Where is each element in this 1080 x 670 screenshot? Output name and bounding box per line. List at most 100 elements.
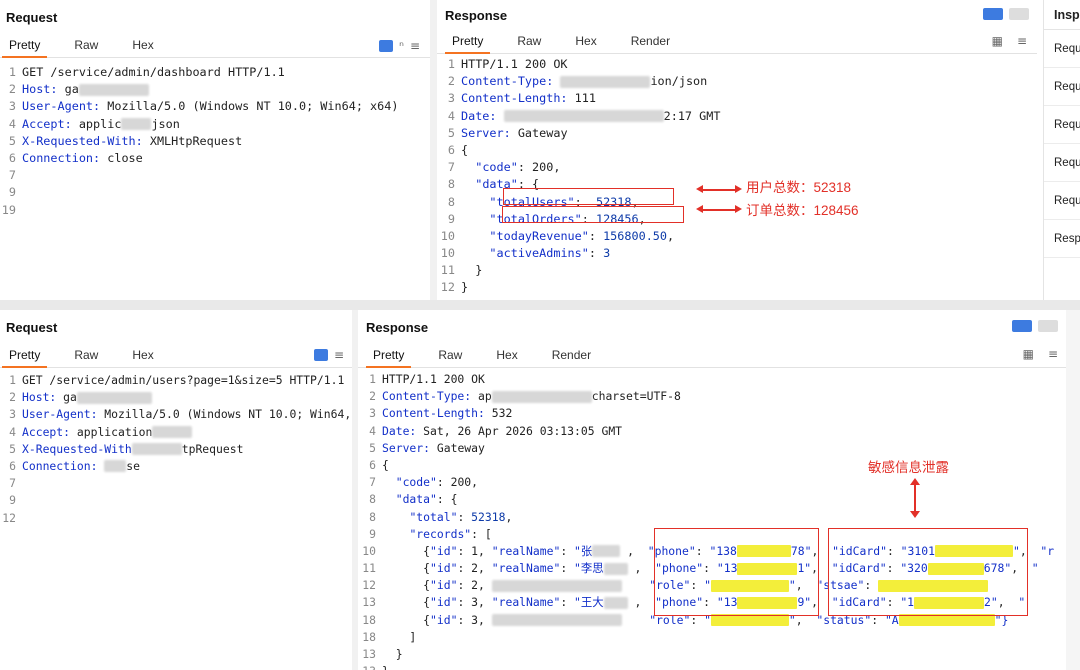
tab-hex[interactable]: Hex xyxy=(125,34,160,58)
tab-raw[interactable]: Raw xyxy=(67,344,105,368)
request-editor[interactable]: 1 GET /service/admin/users?page=1&size=5 … xyxy=(0,372,352,527)
code-line[interactable]: 19 xyxy=(0,202,430,219)
code-line[interactable]: 2 Host: ga xyxy=(0,389,352,406)
code-line[interactable]: 13 } xyxy=(360,646,1066,663)
inspector-row[interactable]: Resp xyxy=(1044,220,1080,258)
wrap-icon[interactable] xyxy=(379,40,394,52)
line-number: 2 xyxy=(9,390,16,405)
code-token: Accept: xyxy=(22,116,79,131)
code-line[interactable]: 7 xyxy=(0,167,430,184)
code-line[interactable]: 4 Date: Sat, 26 Apr 2026 03:13:05 GMT xyxy=(360,423,1066,440)
code-line[interactable]: 3 Content-Length: 111 xyxy=(439,90,1037,107)
menu-icon[interactable]: ≡ xyxy=(334,348,344,362)
code-line[interactable]: 5 Server: Gateway xyxy=(439,125,1037,142)
request-editor[interactable]: 1 GET /service/admin/dashboard HTTP/1.1 2 H… xyxy=(0,64,430,219)
single-view-icon[interactable] xyxy=(1038,320,1058,332)
code-line[interactable]: 9 xyxy=(0,184,430,201)
tab-raw[interactable]: Raw xyxy=(67,34,105,58)
line-text: { xyxy=(461,142,468,159)
code-line[interactable]: 6{ xyxy=(360,457,1066,474)
newline-icon[interactable]: ⁿ xyxy=(399,39,404,53)
code-line[interactable]: 10 "activeAdmins": 3 xyxy=(439,245,1037,262)
tab-hex[interactable]: Hex xyxy=(125,344,160,368)
code-line[interactable]: 3 User-Agent: Mozilla/5.0 (Windows NT 10.… xyxy=(0,406,352,423)
single-view-icon[interactable] xyxy=(1009,8,1029,20)
line-number: 4 xyxy=(9,424,16,439)
split-view-icon[interactable] xyxy=(1012,320,1032,332)
line-number: 6 xyxy=(447,142,455,157)
line-text: X-Requested-With tpRequest xyxy=(22,441,243,458)
wrap-icon[interactable] xyxy=(313,349,328,361)
inspector-row[interactable]: Requ xyxy=(1044,68,1080,106)
code-line[interactable]: 12 xyxy=(0,510,352,527)
code-line[interactable]: 4 Accept: application xyxy=(0,424,352,441)
code-line[interactable]: 5 Server: Gateway xyxy=(360,440,1066,457)
tab-bar: Pretty Raw Hex Render xyxy=(358,344,1066,368)
response-editor[interactable]: 1 HTTP/1.1 200 OK 2 Content-Type: ap charset… xyxy=(360,371,1066,670)
redacted-block xyxy=(603,596,628,609)
tab-render[interactable]: Render xyxy=(545,344,598,368)
tab-bar: Pretty Raw Hex xyxy=(0,344,352,368)
code-line[interactable]: 5 X-Requested-With: XMLHtpRequest xyxy=(0,133,430,150)
code-line[interactable]: 2 Content-Type: ion/json xyxy=(439,73,1037,90)
split-view-icon[interactable] xyxy=(983,8,1003,20)
code-line[interactable]: 3 Content-Length: 532 xyxy=(360,405,1066,422)
line-text: GET /service/admin/users?page=1&size=5 H… xyxy=(22,372,344,389)
code-line[interactable]: 8 "data": { xyxy=(360,491,1066,508)
tab-raw[interactable]: Raw xyxy=(510,30,548,54)
code-line[interactable]: 11 } xyxy=(439,262,1037,279)
code-line[interactable]: 1 HTTP/1.1 200 OK xyxy=(439,56,1037,73)
search-icon[interactable]: ▦ xyxy=(992,34,1003,48)
tab-hex[interactable]: Hex xyxy=(489,344,524,368)
code-line[interactable]: 7 xyxy=(0,475,352,492)
code-line[interactable]: 10 "todayRevenue": 156800.50, xyxy=(439,228,1037,245)
code-token: : xyxy=(588,246,604,261)
line-text: "data": { xyxy=(382,491,458,508)
code-line[interactable]: 18 ] xyxy=(360,629,1066,646)
code-line[interactable]: 7 "code": 200, xyxy=(360,474,1066,491)
code-line[interactable]: 4 Date: 2:17 GMT xyxy=(439,108,1037,125)
tab-raw[interactable]: Raw xyxy=(431,344,469,368)
line-number: 2 xyxy=(447,74,455,89)
code-line[interactable]: 2 Host: ga xyxy=(0,81,430,98)
code-token: { xyxy=(382,578,431,593)
code-line[interactable]: 9 xyxy=(0,492,352,509)
search-icon[interactable]: ▦ xyxy=(1023,347,1034,361)
response-editor[interactable]: 1 HTTP/1.1 200 OK 2 Content-Type: ion/json 3… xyxy=(439,56,1037,300)
code-line[interactable]: 5 X-Requested-With tpRequest xyxy=(0,441,352,458)
code-line[interactable]: 8 "total": 52318, xyxy=(360,509,1066,526)
code-line[interactable]: 12} xyxy=(439,279,1037,296)
tab-pretty[interactable]: Pretty xyxy=(2,34,48,58)
tab-pretty[interactable]: Pretty xyxy=(445,30,491,54)
tab-pretty[interactable]: Pretty xyxy=(2,344,48,368)
code-line[interactable]: 6 Connection: close xyxy=(0,150,430,167)
code-token: "id" xyxy=(430,595,458,610)
code-line[interactable]: 6{ xyxy=(439,142,1037,159)
code-line[interactable]: 1 GET /service/admin/users?page=1&size=5 … xyxy=(0,372,352,389)
menu-icon[interactable]: ≡ xyxy=(410,39,420,53)
code-token: : [ xyxy=(471,526,492,541)
code-token: " xyxy=(1031,561,1039,576)
splitter[interactable] xyxy=(430,0,437,300)
code-line[interactable]: 2 Content-Type: ap charset=UTF-8 xyxy=(360,388,1066,405)
inspector-row[interactable]: Requ xyxy=(1044,106,1080,144)
tab-pretty[interactable]: Pretty xyxy=(366,344,412,368)
menu-icon[interactable]: ≡ xyxy=(1017,34,1027,48)
code-line[interactable]: 4 Accept: applic json xyxy=(0,116,430,133)
annotation-total-orders: 订单总数：128456 xyxy=(746,203,859,218)
code-line[interactable]: 7 "code": 200, xyxy=(439,159,1037,176)
code-line[interactable]: 1 HTTP/1.1 200 OK xyxy=(360,371,1066,388)
inspector-row[interactable]: Requ xyxy=(1044,182,1080,220)
code-line[interactable]: 3 User-Agent: Mozilla/5.0 (Windows NT 10.… xyxy=(0,98,430,115)
menu-icon[interactable]: ≡ xyxy=(1048,347,1058,361)
code-line[interactable]: 13} xyxy=(360,663,1066,670)
code-line[interactable]: 6 Connection: se xyxy=(0,458,352,475)
tab-render[interactable]: Render xyxy=(624,30,677,54)
inspector-row[interactable]: Requ xyxy=(1044,144,1080,182)
tab-hex[interactable]: Hex xyxy=(568,30,603,54)
code-token: "total" xyxy=(409,509,458,524)
line-number: 5 xyxy=(369,440,376,455)
inspector-row[interactable]: Requ xyxy=(1044,30,1080,68)
code-line[interactable]: 1 GET /service/admin/dashboard HTTP/1.1 xyxy=(0,64,430,81)
